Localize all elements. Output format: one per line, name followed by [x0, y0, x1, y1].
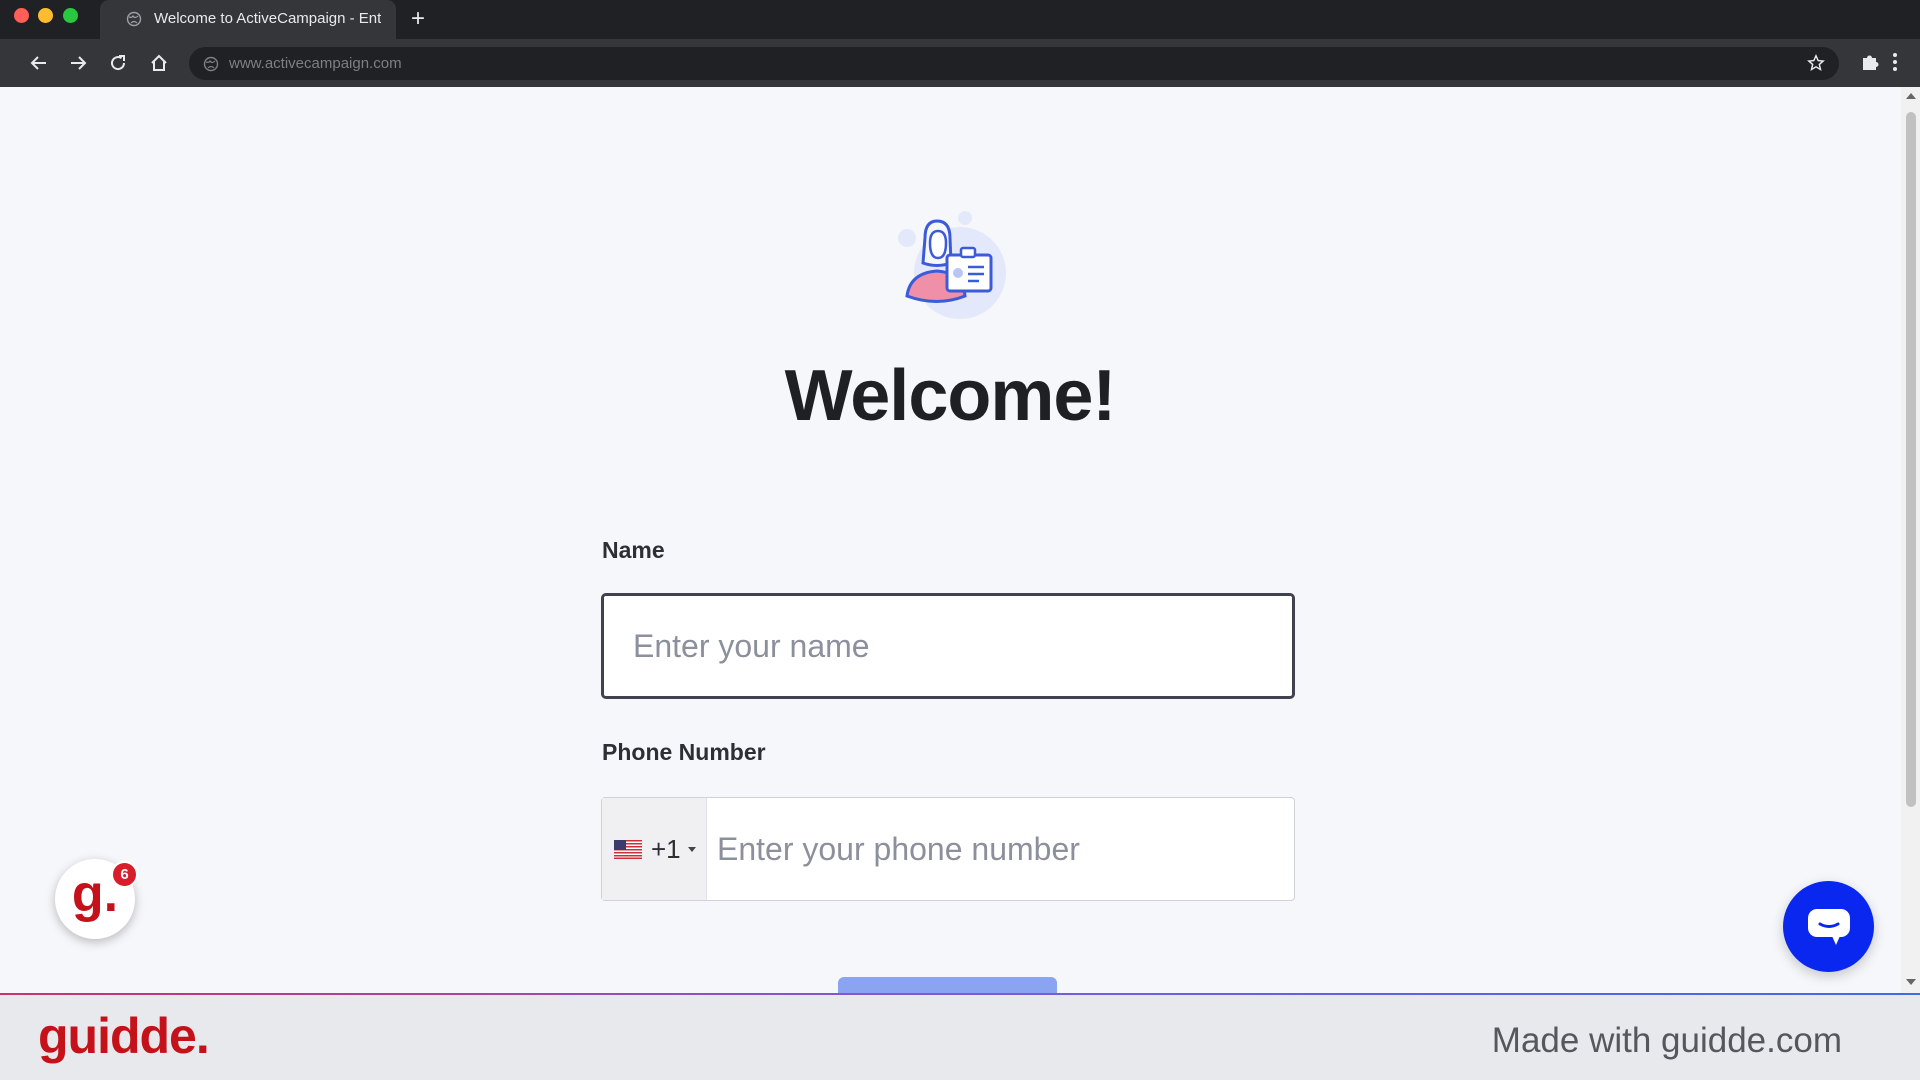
submit-button[interactable]	[838, 977, 1057, 994]
new-tab-button[interactable]: +	[405, 5, 431, 33]
back-button[interactable]	[27, 51, 51, 75]
address-bar[interactable]: www.activecampaign.com	[189, 47, 1839, 80]
maximize-window-button[interactable]	[63, 8, 78, 23]
globe-icon	[203, 56, 219, 72]
guidde-widget-button[interactable]: g. 6	[55, 859, 138, 939]
name-field[interactable]	[601, 593, 1295, 699]
scrollbar-thumb[interactable]	[1906, 112, 1916, 807]
page-viewport: Welcome! Name Phone Number +1 g. 6	[0, 87, 1920, 994]
chat-launcher-button[interactable]	[1783, 881, 1874, 972]
country-dial-code: +1	[651, 833, 681, 864]
puzzle-extension-icon[interactable]	[1859, 51, 1881, 73]
browser-toolbar: www.activecampaign.com	[0, 39, 1920, 87]
user-id-card-illustration	[898, 211, 1006, 319]
phone-number-field[interactable]	[708, 798, 1294, 900]
close-window-button[interactable]	[14, 8, 29, 23]
country-code-select[interactable]: +1	[602, 798, 707, 900]
caret-down-icon	[687, 846, 696, 852]
home-button[interactable]	[147, 51, 171, 75]
globe-icon	[126, 11, 142, 27]
tab-title: Welcome to ActiveCampaign - Ent	[154, 10, 381, 27]
browser-tab-bar: Welcome to ActiveCampaign - Ent +	[0, 0, 1920, 39]
reload-icon	[111, 55, 126, 71]
forward-button[interactable]	[66, 51, 90, 75]
browser-tab-active[interactable]: Welcome to ActiveCampaign - Ent	[100, 0, 396, 39]
notification-count-badge: 6	[111, 861, 138, 888]
arrow-right-icon	[71, 56, 87, 70]
chat-bubble-icon	[1807, 908, 1850, 945]
scroll-up-arrow-icon[interactable]	[1906, 93, 1916, 99]
url-text: www.activecampaign.com	[229, 55, 402, 72]
phone-field-group: +1	[601, 797, 1295, 901]
guidde-logo: guidde.	[38, 1008, 210, 1064]
guidde-footer: guidde. Made with guidde.com	[0, 995, 1920, 1080]
page-scrollbar[interactable]	[1901, 87, 1920, 994]
home-icon	[151, 54, 167, 71]
name-label: Name	[602, 537, 665, 563]
scroll-down-arrow-icon[interactable]	[1906, 979, 1916, 985]
page-title: Welcome!	[784, 356, 1117, 436]
arrow-left-icon	[30, 56, 46, 70]
minimize-window-button[interactable]	[38, 8, 53, 23]
us-flag-icon	[614, 839, 642, 859]
bookmark-star-icon[interactable]	[1807, 54, 1825, 72]
reload-button[interactable]	[106, 51, 130, 75]
footer-credit-text: Made with guidde.com	[1491, 1021, 1842, 1060]
phone-label: Phone Number	[602, 739, 766, 765]
more-menu-icon[interactable]	[1892, 51, 1898, 73]
